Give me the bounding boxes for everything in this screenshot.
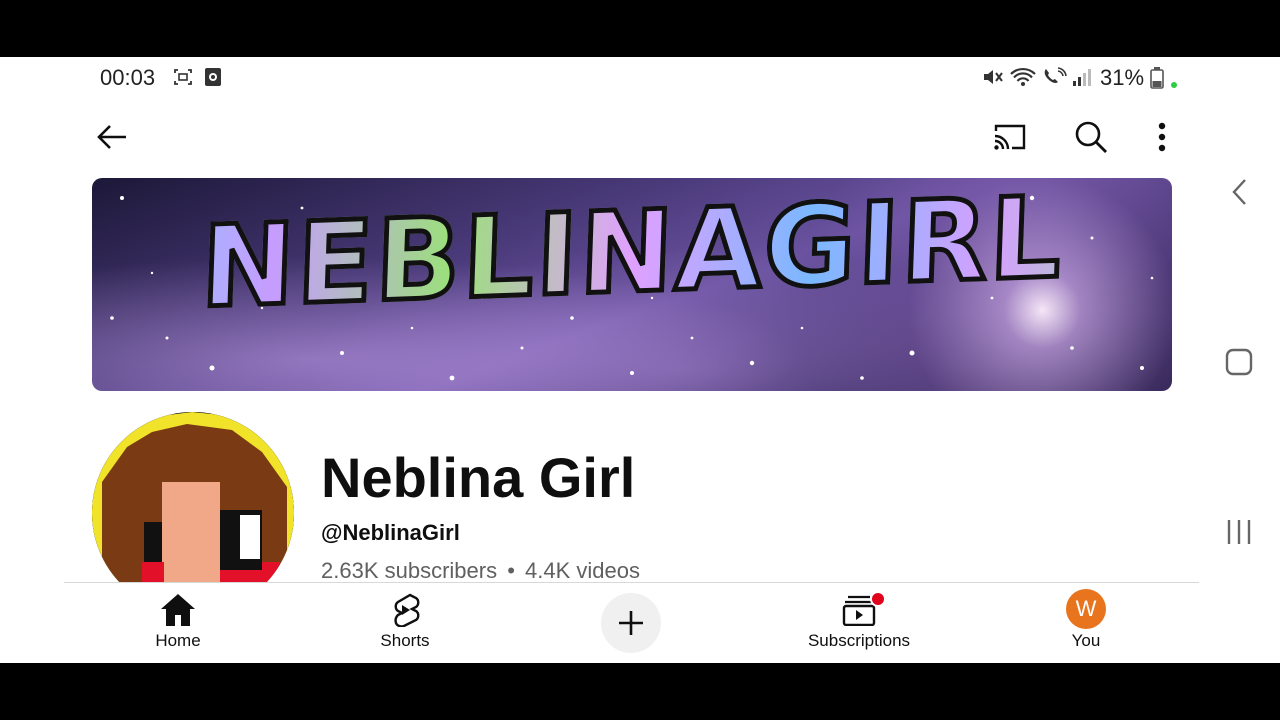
back-button[interactable]	[90, 115, 134, 159]
mute-icon	[982, 67, 1003, 87]
recent-apps-icon	[1227, 520, 1251, 544]
channel-banner: NEBLINAGIRL	[92, 178, 1172, 391]
channel-handle: @NeblinaGirl	[321, 520, 460, 545]
you-avatar-wrap: W	[1066, 589, 1106, 629]
channel-name: Neblina Girl	[321, 446, 636, 509]
system-back-button[interactable]	[1219, 172, 1259, 212]
chevron-left-icon	[1232, 179, 1246, 205]
notification-dot	[870, 591, 886, 607]
signal-icon	[1072, 67, 1092, 87]
nav-shorts-label: Shorts	[380, 631, 430, 650]
cast-icon	[994, 124, 1026, 150]
more-options-button[interactable]	[1140, 115, 1184, 159]
channel-stats: 2.63K subscribers • 4.4K videos	[321, 558, 640, 584]
nav-home-label: Home	[155, 631, 201, 650]
system-home-button[interactable]	[1219, 342, 1259, 382]
nav-you[interactable]: W You	[1016, 583, 1156, 663]
nav-shorts[interactable]: Shorts	[335, 583, 475, 663]
nav-subscriptions[interactable]: Subscriptions	[789, 583, 929, 663]
wifi-icon	[1010, 67, 1036, 87]
stats-separator: •	[507, 558, 515, 583]
screenshot-icon	[173, 67, 193, 87]
system-recents-button[interactable]	[1219, 512, 1259, 552]
plus-icon	[619, 611, 643, 635]
screen-recorder-icon	[204, 67, 224, 87]
video-count: 4.4K videos	[525, 558, 641, 583]
home-icon	[160, 593, 196, 627]
nav-subscriptions-label: Subscriptions	[807, 631, 911, 650]
wifi-calling-icon	[1042, 67, 1070, 87]
status-time: 00:03	[100, 65, 156, 90]
privacy-indicator-dot	[1171, 82, 1177, 88]
battery-icon	[1150, 67, 1164, 89]
subscriptions-icon	[842, 591, 886, 627]
cast-button[interactable]	[988, 115, 1032, 159]
shorts-icon	[390, 593, 420, 627]
more-vert-icon	[1158, 122, 1166, 152]
nav-home[interactable]: Home	[108, 583, 248, 663]
bottom-nav: Home Shorts Subscriptions W You	[64, 583, 1199, 663]
back-arrow-icon	[97, 125, 126, 149]
avatar: W	[1066, 589, 1106, 629]
status-bar: 00:03 31%	[0, 57, 1280, 97]
app-screen: 00:03 31% NEBLINAGIRL Neblina Girl @Nebl…	[0, 57, 1280, 663]
subscriber-count: 2.63K subscribers	[321, 558, 498, 583]
square-icon	[1225, 348, 1253, 376]
search-icon	[1075, 121, 1107, 153]
create-button[interactable]	[601, 593, 661, 653]
battery-percent: 31%	[1100, 65, 1145, 90]
search-button[interactable]	[1069, 115, 1113, 159]
nav-you-label: You	[1071, 631, 1101, 650]
